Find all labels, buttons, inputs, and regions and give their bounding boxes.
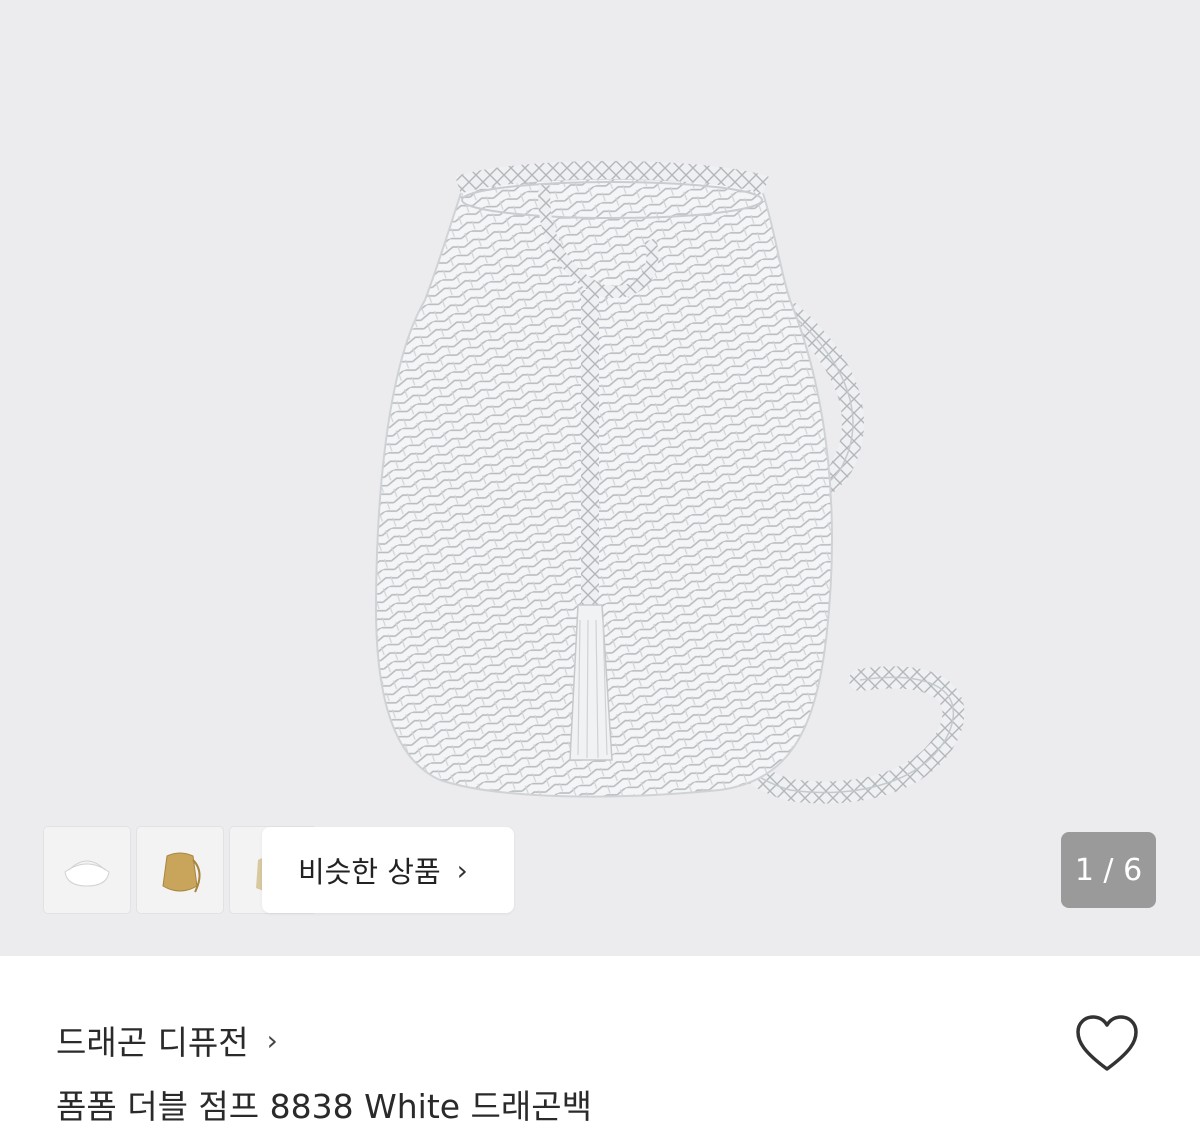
thumbnail-gold-bag[interactable] (137, 827, 223, 913)
thumbnail-white-bag[interactable] (44, 827, 130, 913)
white-bag-thumbnail-image (64, 860, 110, 887)
product-image-gallery[interactable]: 비슷한 상품 › 1 / 6 (0, 0, 1200, 956)
chevron-right-icon: › (456, 853, 468, 887)
brand-name: 드래곤 디퓨전 (56, 1023, 249, 1062)
gold-bag-thumbnail-image (162, 852, 201, 893)
image-counter: 1 / 6 (1061, 832, 1156, 908)
product-photo-woven-bucket-bag (374, 161, 965, 804)
similar-products-button[interactable]: 비슷한 상품 › (262, 827, 514, 913)
product-title: 폼폼 더블 점프 8838 White 드래곤백 (56, 1087, 592, 1126)
brand-link[interactable]: 드래곤 디퓨전 › (56, 1016, 278, 1064)
heart-icon[interactable] (1074, 1014, 1140, 1074)
similar-products-label: 비슷한 상품 (298, 855, 441, 889)
chevron-right-icon: › (266, 1023, 278, 1057)
